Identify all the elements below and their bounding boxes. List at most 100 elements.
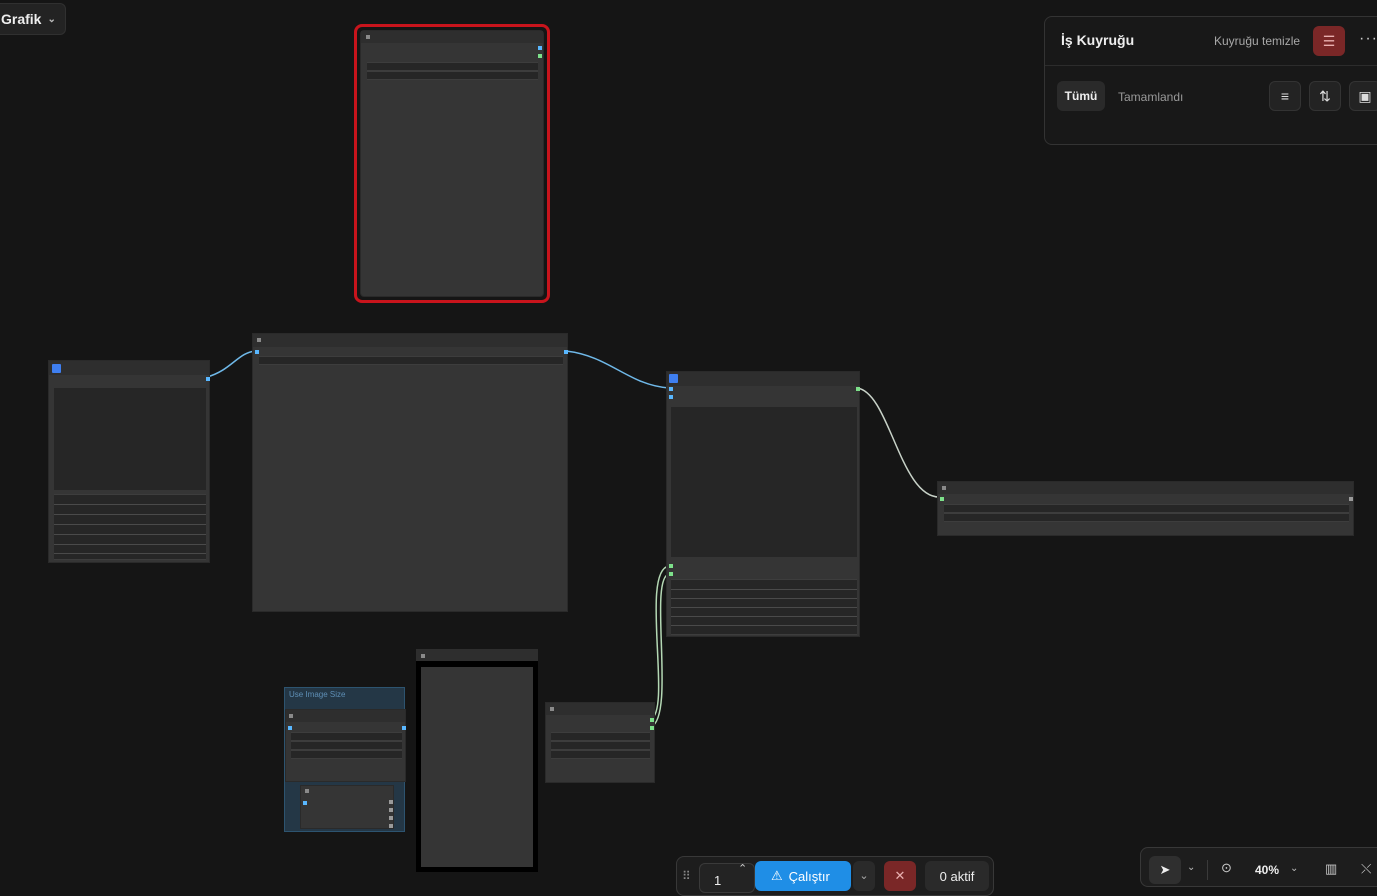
sort-icon[interactable]: ⇅ <box>1309 81 1341 111</box>
node-widget[interactable] <box>944 504 1349 513</box>
node-title-bar <box>938 482 1353 494</box>
output-port[interactable] <box>389 816 393 820</box>
tab-all[interactable]: Tümü <box>1057 81 1105 111</box>
image-icon[interactable]: ▣ <box>1349 81 1377 111</box>
toolbar-divider <box>1207 860 1208 880</box>
output-port[interactable] <box>650 718 654 722</box>
node-small[interactable] <box>545 702 655 783</box>
drag-handle-icon[interactable]: ⠿ <box>682 869 691 883</box>
node-widget[interactable] <box>291 732 402 741</box>
batch-count-input[interactable]: 1 ⌃ <box>699 863 755 893</box>
graph-menu-button[interactable]: Grafik ⌄ <box>0 3 66 35</box>
queue-panel: İş Kuyruğu Kuyruğu temizle ☰ ··· Tümü Ta… <box>1044 16 1377 145</box>
image-preview <box>671 407 857 557</box>
filter-icon[interactable]: ≡ <box>1269 81 1301 111</box>
queue-title: İş Kuyruğu <box>1061 32 1135 48</box>
node-tall[interactable] <box>416 649 538 872</box>
node-widget[interactable] <box>551 741 650 750</box>
widget-divider <box>54 514 206 515</box>
node-output[interactable] <box>937 481 1354 536</box>
node-color-icon <box>52 364 61 373</box>
widget-divider <box>54 534 206 535</box>
active-count-badge[interactable]: 0 aktif <box>925 861 989 891</box>
collapse-icon[interactable] <box>421 654 425 658</box>
node-group-inner[interactable] <box>300 785 394 829</box>
collapse-icon[interactable] <box>550 707 554 711</box>
clear-queue-icon: ☰ <box>1322 32 1336 49</box>
output-port[interactable] <box>650 726 654 730</box>
widget-divider <box>671 607 857 608</box>
chevron-down-icon[interactable]: ⌄ <box>1290 863 1298 874</box>
input-port[interactable] <box>288 726 292 730</box>
node-selected[interactable] <box>360 30 544 297</box>
widget-divider <box>671 616 857 617</box>
warning-icon: ⚠ <box>771 868 783 883</box>
output-port[interactable] <box>389 824 393 828</box>
node-title-bar <box>49 361 209 375</box>
node-widget[interactable] <box>551 750 650 759</box>
node-widget[interactable] <box>367 71 538 80</box>
output-port[interactable] <box>538 46 542 50</box>
link-load-to-preview <box>206 350 257 378</box>
output-port[interactable] <box>856 387 860 391</box>
output-port[interactable] <box>389 800 393 804</box>
collapse-icon[interactable] <box>289 714 293 718</box>
tab-completed[interactable]: Tamamlandı <box>1118 90 1183 104</box>
collapse-icon[interactable] <box>366 35 370 39</box>
node-title-bar <box>416 649 538 661</box>
node-widget[interactable] <box>367 62 538 71</box>
link-visibility-icon[interactable]: ⤬ <box>1361 861 1371 877</box>
node-body <box>421 667 533 867</box>
fit-view-icon[interactable]: ⊙ <box>1221 860 1232 876</box>
collapse-icon[interactable] <box>942 486 946 490</box>
input-port[interactable] <box>940 497 944 501</box>
widget-divider <box>671 625 857 626</box>
input-port[interactable] <box>669 395 673 399</box>
collapse-icon[interactable] <box>305 789 309 793</box>
node-widget[interactable] <box>944 513 1349 522</box>
link-main-to-wide <box>856 387 942 498</box>
output-port[interactable] <box>564 350 568 354</box>
cancel-run-button[interactable]: ✕ <box>884 861 916 891</box>
collapse-icon[interactable] <box>257 338 261 342</box>
output-port[interactable] <box>389 808 393 812</box>
input-port[interactable] <box>669 387 673 391</box>
clear-queue-button[interactable]: ☰ <box>1313 26 1345 56</box>
node-title-bar <box>361 31 543 43</box>
output-port[interactable] <box>1349 497 1353 501</box>
batch-count-value: 1 <box>714 873 722 888</box>
zoom-level[interactable]: 40% <box>1255 863 1279 877</box>
run-label: Çalıştır <box>788 868 830 884</box>
minimap-icon[interactable]: ▥ <box>1325 861 1337 877</box>
node-color-icon <box>669 374 678 383</box>
node-load[interactable] <box>48 360 210 563</box>
chevron-down-icon[interactable]: ⌄ <box>1187 862 1195 873</box>
output-port[interactable] <box>206 377 210 381</box>
output-port[interactable] <box>538 54 542 58</box>
image-preview <box>54 388 206 490</box>
more-icon[interactable]: ··· <box>1359 30 1377 48</box>
link-preview-to-main <box>565 350 670 389</box>
output-port[interactable] <box>402 726 406 730</box>
input-port[interactable] <box>669 564 673 568</box>
pointer-icon[interactable]: ➤ <box>1149 856 1181 884</box>
node-widget[interactable] <box>259 356 563 365</box>
node-title-bar <box>253 334 567 347</box>
input-port[interactable] <box>669 572 673 576</box>
input-port[interactable] <box>303 801 307 805</box>
widget-divider <box>54 544 206 545</box>
node-widget[interactable] <box>551 732 650 741</box>
run-options-chevron-icon[interactable]: ⌄ <box>853 861 875 891</box>
widget-divider <box>54 553 206 554</box>
run-button[interactable]: ⚠ Çalıştır <box>755 861 851 891</box>
queue-divider <box>1045 65 1377 66</box>
clear-queue-label[interactable]: Kuyruğu temizle <box>1214 34 1300 48</box>
input-port[interactable] <box>255 350 259 354</box>
node-main[interactable] <box>666 371 860 637</box>
node-image-size[interactable] <box>285 709 406 782</box>
node-preview[interactable] <box>252 333 568 612</box>
widget-divider <box>671 589 857 590</box>
chevron-up-icon[interactable]: ⌃ <box>738 862 747 875</box>
node-widget[interactable] <box>291 741 402 750</box>
node-widget[interactable] <box>291 750 402 759</box>
